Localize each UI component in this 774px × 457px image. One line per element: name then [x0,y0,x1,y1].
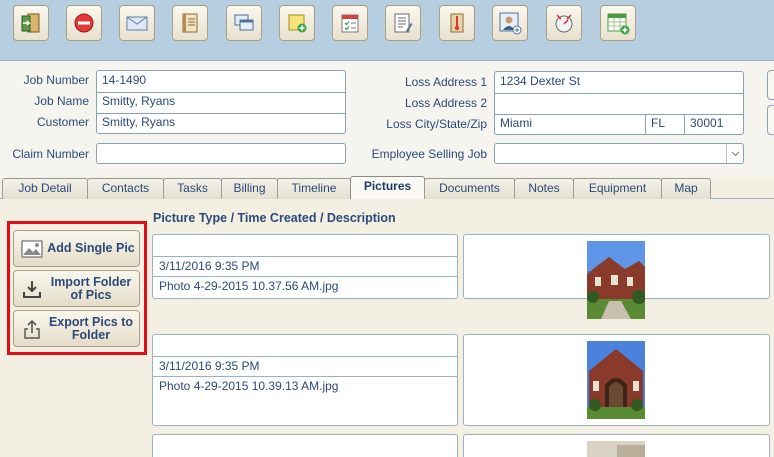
side-button-bottom[interactable] [767,105,774,135]
loss-address-group: 1234 Dexter St Miami FL 30001 [494,71,744,135]
add-note-icon [288,14,307,33]
loss-address2-field[interactable] [495,93,743,114]
job-name-label: Job Name [34,94,89,108]
email-icon [126,16,148,31]
toolbar [0,0,774,61]
picture-item-card[interactable]: 3/11/2016 9:35 PM Photo 4-29-2015 10.39.… [152,334,458,426]
add-single-pic-label: Add Single Pic [47,241,135,255]
chevron-down-icon[interactable] [726,144,743,163]
side-button-top[interactable] [767,70,774,100]
delete-button[interactable] [66,5,102,41]
job-info-group: 14-1490 Smitty, Ryans Smitty, Ryans [96,70,346,134]
house-photo-thumbnail [587,241,645,319]
image-icon [19,236,45,262]
tab-notes[interactable]: Notes [514,178,574,199]
tab-job-detail[interactable]: Job Detail [2,178,88,199]
notebook-icon [182,13,198,33]
add-calendar-button[interactable] [600,5,636,41]
notebook-button[interactable] [172,5,208,41]
loss-address1-label: Loss Address 1 [404,75,487,89]
add-calendar-icon [607,13,630,35]
job-header-form: Job Number Job Name Customer 14-1490 Smi… [0,61,774,177]
picture-time: 3/11/2016 9:35 PM [159,359,260,373]
pictures-panel: Add Single Pic Import Folder of Pics Exp… [0,199,774,457]
report-button[interactable] [385,5,421,41]
tab-map[interactable]: Map [661,178,711,199]
loss-state-field[interactable]: FL [646,114,684,135]
tab-documents[interactable]: Documents [424,178,515,199]
thermometer-icon [450,13,464,33]
loss-address2-label: Loss Address 2 [404,96,487,110]
picture-type[interactable] [153,235,457,256]
delete-icon [74,13,94,33]
tab-timeline[interactable]: Timeline [277,178,351,199]
export-pics-button[interactable]: Export Pics to Folder [13,310,140,347]
picture-item-card[interactable] [152,434,458,457]
employee-selling-label: Employee Selling Job [371,147,487,161]
picture-type[interactable] [153,335,457,356]
tab-billing[interactable]: Billing [221,178,278,199]
job-name-field[interactable]: Smitty, Ryans [97,92,345,113]
add-note-button[interactable] [279,5,315,41]
thermometer-button[interactable] [439,5,475,41]
loss-address1-field[interactable]: 1234 Dexter St [495,72,743,93]
clock-tool-button[interactable] [546,5,582,41]
picture-type[interactable] [153,435,457,456]
export-pics-label: Export Pics to Folder [48,314,134,342]
pictures-column-header: Picture Type / Time Created / Descriptio… [153,211,396,225]
picture-thumbnail-frame[interactable] [463,434,770,457]
add-contact-button[interactable] [492,5,528,41]
add-contact-icon [499,12,522,35]
windows-icon [234,14,254,31]
claim-number-field[interactable] [96,143,346,164]
exit-button[interactable] [13,5,49,41]
claim-number-label: Claim Number [12,147,89,161]
tab-contacts[interactable]: Contacts [87,178,164,199]
checklist-calendar-icon [341,14,359,33]
customer-field[interactable]: Smitty, Ryans [97,113,345,134]
house-photo-thumbnail [587,341,645,419]
tab-tasks[interactable]: Tasks [163,178,222,199]
upload-icon [19,316,45,342]
checklist-calendar-button[interactable] [332,5,368,41]
loss-city-field[interactable]: Miami [495,114,645,135]
add-single-pic-button[interactable]: Add Single Pic [13,230,140,267]
loss-city-state-zip-label: Loss City/State/Zip [386,117,487,131]
picture-time: 3/11/2016 9:35 PM [159,259,260,273]
picture-description[interactable]: Photo 4-29-2015 10.39.13 AM.jpg [153,377,457,397]
clock-tool-icon [555,14,573,33]
windows-button[interactable] [226,5,262,41]
download-icon [19,276,45,302]
import-folder-button[interactable]: Import Folder of Pics [13,270,140,307]
loss-zip-field[interactable]: 30001 [685,114,743,135]
tab-equipment[interactable]: Equipment [573,178,662,199]
email-button[interactable] [119,5,155,41]
report-icon [394,13,413,33]
job-number-label: Job Number [23,73,89,87]
import-folder-label: Import Folder of Pics [50,274,132,302]
tab-pictures[interactable]: Pictures [350,176,425,200]
job-number-field[interactable]: 14-1490 [97,71,345,92]
house-photo-thumbnail [587,441,645,457]
picture-item-card[interactable]: 3/11/2016 9:35 PM Photo 4-29-2015 10.37.… [152,234,458,299]
tab-bar: Job Detail Contacts Tasks Billing Timeli… [0,176,774,200]
picture-description[interactable]: Photo 4-29-2015 10.37.56 AM.jpg [153,277,457,297]
picture-thumbnail-frame[interactable] [463,234,770,319]
exit-icon [21,13,40,33]
employee-selling-select[interactable] [494,143,744,164]
picture-thumbnail-frame[interactable] [463,334,770,426]
customer-label: Customer [36,115,89,129]
